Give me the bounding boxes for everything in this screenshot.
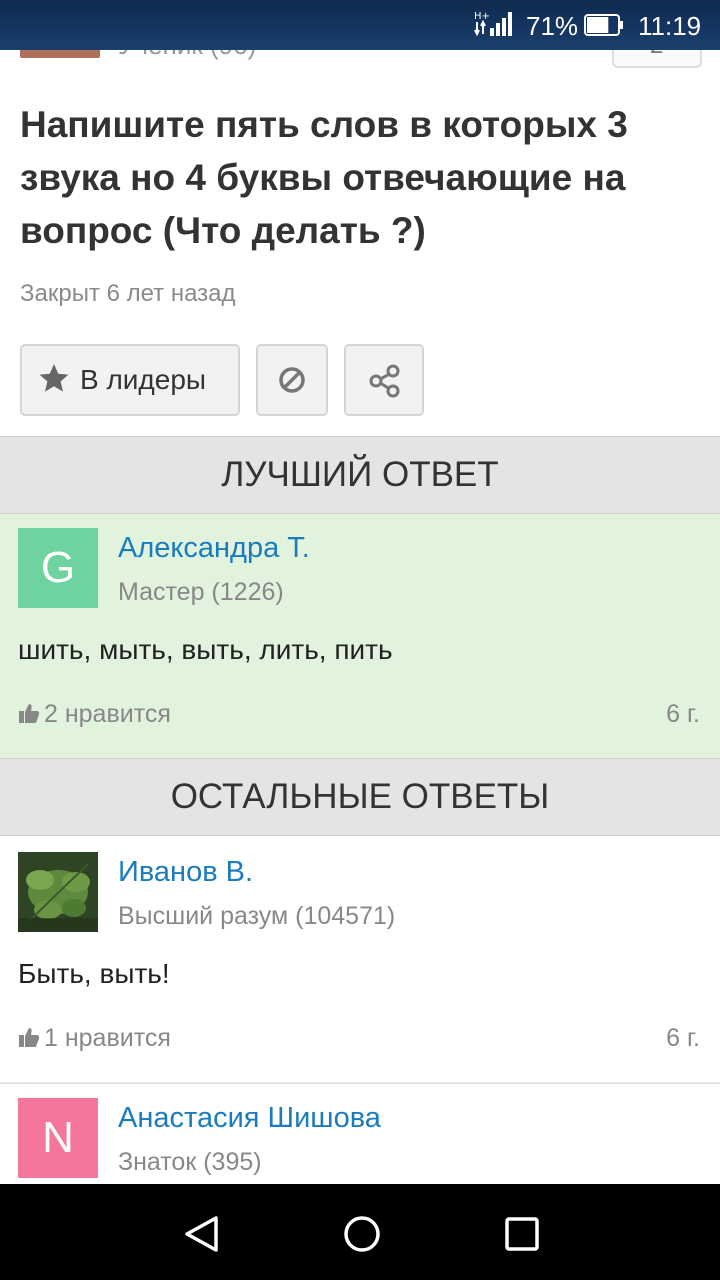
like-button[interactable]: 1 нравится xyxy=(18,1024,171,1053)
author-name[interactable]: Александра Т. xyxy=(118,532,310,565)
leaf-photo-avatar xyxy=(18,852,98,932)
answer-age: 6 г. xyxy=(666,700,700,728)
clock: 11:19 xyxy=(638,11,702,41)
author-rank: Мастер (1226) xyxy=(118,578,284,606)
status-bar: H+ 71% 11:19 xyxy=(0,0,720,50)
avatar[interactable]: G xyxy=(18,528,98,608)
report-button[interactable] xyxy=(256,344,328,416)
thumbs-up-icon xyxy=(19,704,40,723)
answer-item: N Анастасия Шишова Знаток (395) xyxy=(0,1084,720,1184)
best-answer-header: ЛУЧШИЙ ОТВЕТ xyxy=(0,436,720,514)
svg-text:H+: H+ xyxy=(474,11,490,22)
avatar[interactable] xyxy=(18,852,98,932)
thumbs-up-icon xyxy=(19,1028,40,1047)
answer-age: 6 г. xyxy=(666,1024,700,1052)
answer-text: шить, мыть, выть, лить, пить xyxy=(18,634,393,665)
answer-count: 2 xyxy=(650,50,663,60)
back-icon[interactable] xyxy=(182,1214,222,1254)
question-title: Напишите пять слов в которых 3 звука но … xyxy=(20,104,628,251)
star-icon xyxy=(39,364,69,392)
signal-icon: H+ xyxy=(474,11,512,37)
question-author-avatar[interactable] xyxy=(20,50,100,58)
likes-count: 1 нравится xyxy=(44,1024,171,1052)
question-author-rank: Ученик (96) xyxy=(118,50,256,61)
to-leaders-button[interactable]: В лидеры xyxy=(20,344,240,416)
question-page: Ученик (96) 2 Напишите пять слов в котор… xyxy=(0,50,720,1184)
battery-icon xyxy=(584,14,623,36)
answer-item: Иванов В. Высший разум (104571) Быть, вы… xyxy=(0,836,720,1082)
question-status: Закрыт 6 лет назад xyxy=(20,280,236,307)
author-name[interactable]: Анастасия Шишова xyxy=(118,1102,381,1135)
report-icon xyxy=(279,367,305,393)
share-button[interactable] xyxy=(344,344,424,416)
best-answer: G Александра Т. Мастер (1226) шить, мыть… xyxy=(0,514,720,758)
to-leaders-label: В лидеры xyxy=(80,364,207,395)
answer-count-box[interactable]: 2 xyxy=(612,50,702,68)
recents-icon[interactable] xyxy=(504,1216,540,1252)
answer-text: Быть, выть! xyxy=(18,958,170,989)
home-icon[interactable] xyxy=(342,1214,382,1254)
author-name[interactable]: Иванов В. xyxy=(118,856,253,889)
author-rank: Высший разум (104571) xyxy=(118,902,396,930)
author-rank: Знаток (395) xyxy=(118,1148,262,1176)
like-button[interactable]: 2 нравится xyxy=(18,700,171,729)
other-answers-header: ОСТАЛЬНЫЕ ОТВЕТЫ xyxy=(0,758,720,836)
avatar[interactable]: N xyxy=(18,1098,98,1178)
likes-count: 2 нравится xyxy=(44,700,171,728)
battery-percent: 71% xyxy=(526,11,579,41)
share-icon xyxy=(369,364,400,398)
navigation-bar xyxy=(0,1184,720,1280)
